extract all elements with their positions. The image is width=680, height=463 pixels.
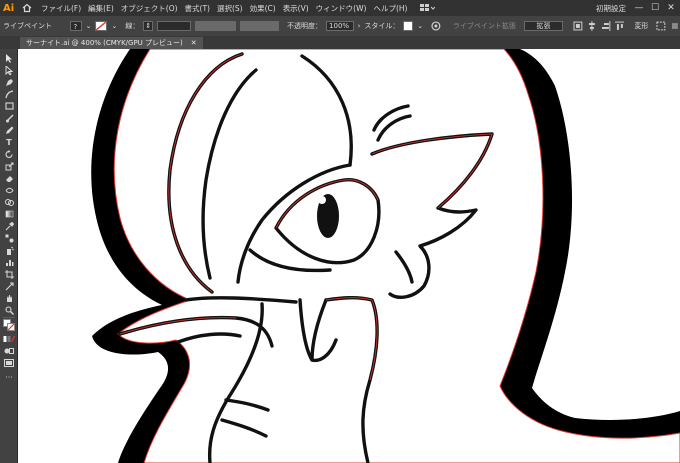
- stroke-weight-stepper[interactable]: ⇕: [143, 21, 154, 31]
- opacity-label: 不透明度：: [287, 22, 323, 30]
- gardevoir-line-art: [91, 49, 680, 463]
- arrange-documents-icon[interactable]: [419, 3, 436, 13]
- expand-button[interactable]: 拡張: [523, 21, 564, 31]
- workspace-switcher[interactable]: 初期設定: [596, 3, 626, 14]
- pencil-tool-icon[interactable]: [3, 125, 15, 135]
- slice-tool-icon[interactable]: [3, 281, 15, 291]
- opacity-arrow-icon[interactable]: ›: [358, 22, 361, 30]
- rectangle-tool-icon[interactable]: [3, 101, 15, 111]
- rotate-tool-icon[interactable]: [3, 149, 15, 159]
- variable-width-profile[interactable]: [194, 21, 236, 31]
- artboard-tool-icon[interactable]: [3, 269, 15, 279]
- shape-builder-tool-icon[interactable]: [3, 197, 15, 207]
- align-icon[interactable]: [573, 21, 583, 31]
- symbol-sprayer-tool-icon[interactable]: [3, 245, 15, 255]
- menu-bar: Ai ファイル(F) 編集(E) オブジェクト(O) 書式(T) 選択(S) 効…: [0, 0, 680, 16]
- artboard-canvas[interactable]: [18, 49, 680, 463]
- menu-flyout-icon[interactable]: [670, 21, 680, 31]
- question-icon: ?: [73, 23, 77, 30]
- paintbrush-tool-icon[interactable]: [3, 113, 15, 123]
- screen-mode-icon[interactable]: [3, 358, 15, 368]
- align-center-icon[interactable]: [587, 21, 597, 31]
- stroke-weight-input[interactable]: [157, 21, 191, 31]
- draw-mode-icon[interactable]: [3, 346, 15, 356]
- graphic-style-swatch[interactable]: [403, 21, 414, 31]
- menu-type[interactable]: 書式(T): [185, 3, 210, 14]
- live-paint-expand-button[interactable]: ライブペイント拡張: [453, 21, 516, 31]
- align-right-icon[interactable]: [601, 21, 611, 31]
- hand-tool-icon[interactable]: [3, 293, 15, 303]
- type-tool-icon[interactable]: T: [3, 137, 15, 147]
- control-bar: ライブペイント ? ⌄ ⌄ 線： ⇕ 不透明度： 100% › スタイル： ⌄ …: [0, 16, 680, 36]
- home-icon[interactable]: [21, 2, 33, 14]
- color-mode-icon[interactable]: [3, 334, 15, 344]
- minimize-button[interactable]: —: [632, 3, 646, 13]
- close-window-button[interactable]: ✕: [664, 3, 678, 13]
- main-menu: ファイル(F) 編集(E) オブジェクト(O) 書式(T) 選択(S) 効果(C…: [41, 3, 407, 14]
- menu-file[interactable]: ファイル(F): [41, 3, 81, 14]
- graph-tool-icon[interactable]: [3, 257, 15, 267]
- opacity-input[interactable]: 100%: [326, 21, 354, 31]
- scale-tool-icon[interactable]: [3, 161, 15, 171]
- document-tab-title: サーナイト.ai @ 400% (CMYK/GPU プレビュー): [26, 39, 183, 47]
- style-dropdown-icon[interactable]: ⌄: [417, 22, 423, 30]
- stroke-dropdown-icon[interactable]: ⌄: [111, 22, 117, 30]
- app-logo: Ai: [3, 2, 15, 14]
- document-tab[interactable]: サーナイト.ai @ 400% (CMYK/GPU プレビュー) ✕: [20, 37, 203, 49]
- menu-window[interactable]: ウィンドウ(W): [316, 3, 367, 14]
- none-stroke-icon: [96, 22, 107, 30]
- eye-highlight: [318, 196, 326, 204]
- recolor-artwork-icon[interactable]: [431, 21, 441, 31]
- isolate-icon[interactable]: [656, 21, 666, 31]
- document-tab-bar: サーナイト.ai @ 400% (CMYK/GPU プレビュー) ✕: [0, 36, 680, 49]
- fill-dropdown-icon[interactable]: ⌄: [86, 22, 92, 30]
- brush-definition[interactable]: [239, 21, 280, 31]
- fill-swatch[interactable]: ?: [69, 21, 82, 31]
- more-tools-icon[interactable]: ···: [3, 372, 15, 382]
- selection-tool-icon[interactable]: [3, 53, 15, 63]
- menu-view[interactable]: 表示(V): [283, 3, 309, 14]
- close-tab-icon[interactable]: ✕: [191, 39, 197, 47]
- pen-tool-icon[interactable]: [3, 77, 15, 87]
- menu-edit[interactable]: 編集(E): [88, 3, 114, 14]
- svg-text:?: ?: [73, 23, 77, 30]
- direct-selection-tool-icon[interactable]: [3, 65, 15, 75]
- transform-button[interactable]: 変形: [634, 21, 648, 31]
- menu-help[interactable]: ヘルプ(H): [373, 3, 407, 14]
- stroke-weight-label: 線：: [125, 22, 140, 30]
- maximize-button[interactable]: ☐: [648, 3, 662, 13]
- distribute-icon[interactable]: [614, 21, 625, 31]
- gradient-tool-icon[interactable]: [3, 209, 15, 219]
- zoom-tool-icon[interactable]: [3, 305, 15, 315]
- selection-type-label: ライブペイント: [3, 22, 52, 30]
- toolbar-divider: [3, 317, 15, 318]
- eyedropper-tool-icon[interactable]: [3, 221, 15, 231]
- tools-panel: T ···: [0, 49, 18, 463]
- eraser-tool-icon[interactable]: [3, 173, 15, 183]
- menu-effect[interactable]: 効果(C): [250, 3, 276, 14]
- menu-object[interactable]: オブジェクト(O): [121, 3, 178, 14]
- menu-select[interactable]: 選択(S): [217, 3, 243, 14]
- blend-tool-icon[interactable]: [3, 233, 15, 243]
- style-label: スタイル：: [364, 22, 400, 30]
- fill-stroke-swap-icon[interactable]: [3, 319, 15, 331]
- curvature-tool-icon[interactable]: [3, 89, 15, 99]
- width-tool-icon[interactable]: [3, 185, 15, 195]
- stroke-swatch[interactable]: [95, 21, 108, 31]
